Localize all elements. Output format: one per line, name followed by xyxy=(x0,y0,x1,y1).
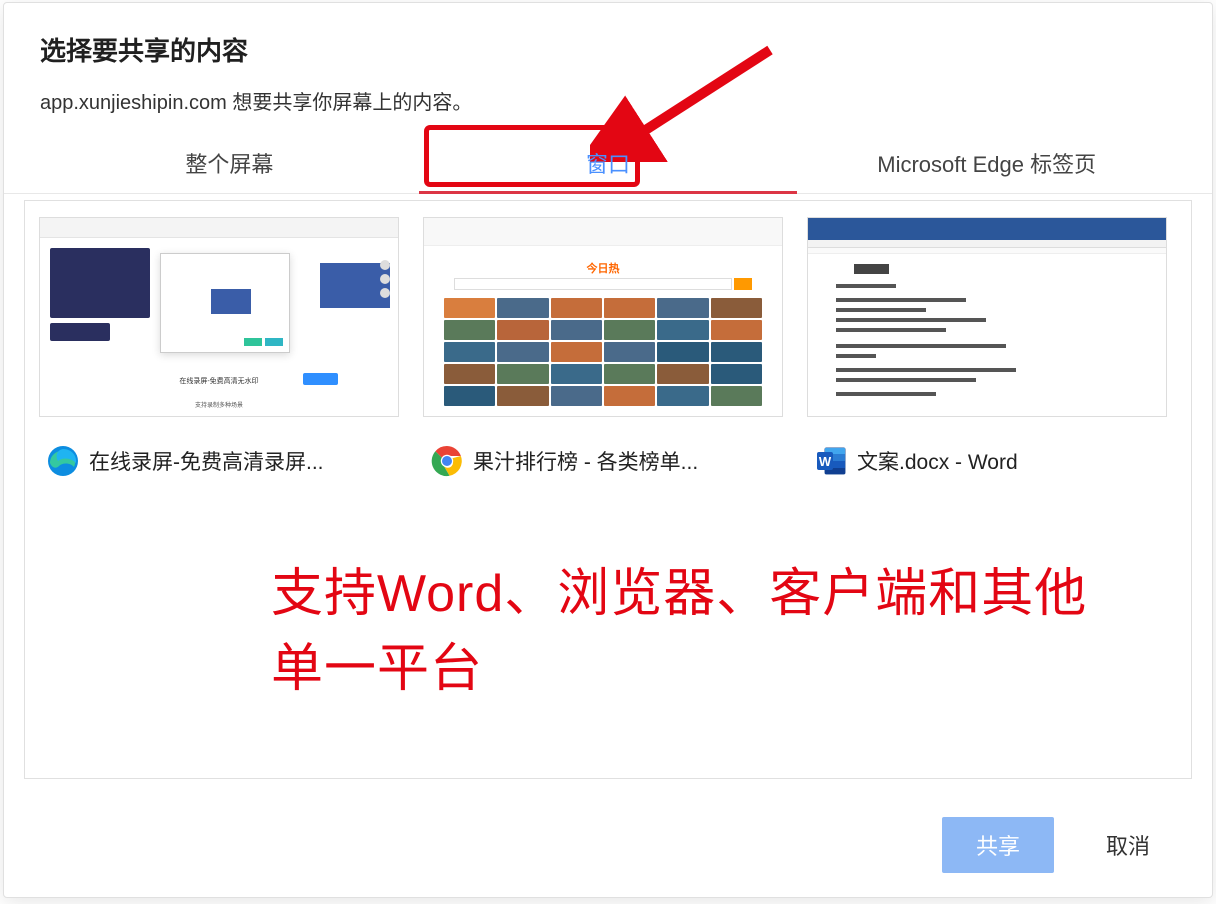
windows-grid: 在线录屏-免费高清无水印 支持录制多种场景 在线录屏-免费高清录屏... xyxy=(39,217,1177,477)
window-label: W 文案.docx - Word xyxy=(807,445,1167,477)
dialog-header: 选择要共享的内容 app.xunjieshipin.com 想要共享你屏幕上的内… xyxy=(4,3,1212,131)
annotation-text: 支持Word、浏览器、客户端和其他单一平台 xyxy=(271,557,1111,708)
window-item-word[interactable]: W 文案.docx - Word xyxy=(807,217,1167,477)
cancel-button[interactable]: 取消 xyxy=(1072,817,1184,873)
window-name-text: 在线录屏-免费高清录屏... xyxy=(89,446,324,476)
window-item-chrome[interactable]: 今日热 果汁排行榜 - xyxy=(423,217,783,477)
window-label: 果汁排行榜 - 各类榜单... xyxy=(423,445,783,477)
tab-window[interactable]: 窗口 xyxy=(419,131,798,193)
windows-content-area: 在线录屏-免费高清无水印 支持录制多种场景 在线录屏-免费高清录屏... xyxy=(24,200,1192,779)
svg-text:W: W xyxy=(819,454,832,469)
share-button[interactable]: 共享 xyxy=(942,817,1054,873)
window-name-text: 文案.docx - Word xyxy=(857,446,1018,476)
edge-icon xyxy=(47,445,79,477)
chrome-icon xyxy=(431,445,463,477)
dialog-title: 选择要共享的内容 xyxy=(40,31,1176,68)
dialog-subtitle: app.xunjieshipin.com 想要共享你屏幕上的内容。 xyxy=(40,86,1176,115)
window-name-text: 果汁排行榜 - 各类榜单... xyxy=(473,446,698,476)
window-thumbnail: 今日热 xyxy=(423,217,783,417)
window-item-edge[interactable]: 在线录屏-免费高清无水印 支持录制多种场景 在线录屏-免费高清录屏... xyxy=(39,217,399,477)
word-icon: W xyxy=(815,445,847,477)
tab-entire-screen[interactable]: 整个屏幕 xyxy=(40,131,419,193)
window-label: 在线录屏-免费高清录屏... xyxy=(39,445,399,477)
window-thumbnail: 在线录屏-免费高清无水印 支持录制多种场景 xyxy=(39,217,399,417)
dialog-footer: 共享 取消 xyxy=(4,799,1212,897)
window-thumbnail xyxy=(807,217,1167,417)
share-mode-tabs: 整个屏幕 窗口 Microsoft Edge 标签页 xyxy=(4,131,1212,194)
share-content-dialog: 选择要共享的内容 app.xunjieshipin.com 想要共享你屏幕上的内… xyxy=(3,2,1213,898)
tab-edge-tabs[interactable]: Microsoft Edge 标签页 xyxy=(797,131,1176,193)
